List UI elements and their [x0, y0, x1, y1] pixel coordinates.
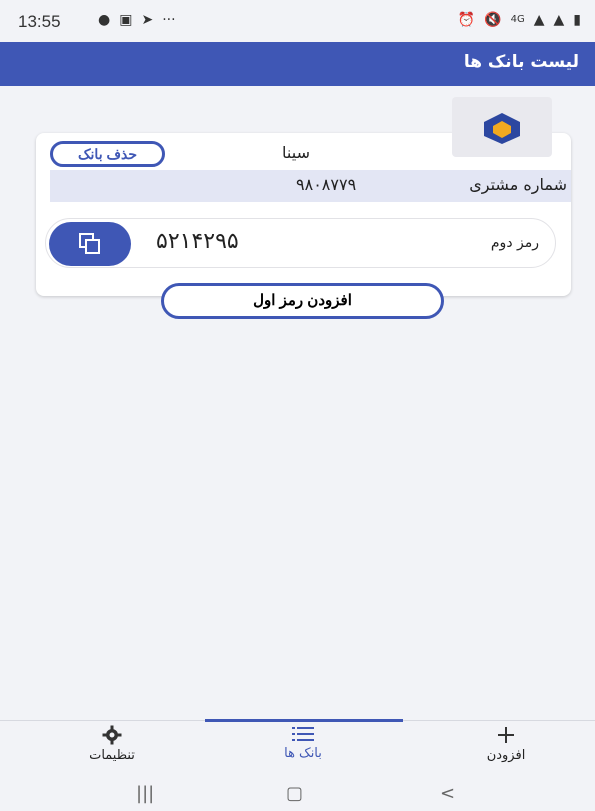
nav-add-label: افزودن — [486, 748, 526, 763]
bottom-nav: تنظیمات بانک ها افزودن — [0, 719, 595, 776]
password-label: رمز دوم — [490, 235, 539, 251]
nav-add[interactable]: افزودن — [446, 725, 566, 763]
recent-apps-icon[interactable]: ||| — [136, 783, 154, 804]
telegram-icon: ➤ — [141, 12, 154, 28]
password-value: ۵۲۱۴۲۹۵ — [156, 229, 239, 254]
battery-icon: ▮ — [573, 12, 581, 28]
status-left-icons: ● ▣ ➤ ··· — [98, 11, 176, 29]
nav-banks-label: بانک ها — [284, 746, 322, 761]
bank-logo-icon — [484, 113, 520, 144]
status-time: 13:55 — [18, 12, 61, 31]
bank-logo — [452, 97, 552, 157]
notification-badge-icon: ● — [98, 12, 111, 28]
system-nav-bar: ||| ▢ < — [0, 776, 595, 811]
nav-settings[interactable]: تنظیمات — [52, 725, 172, 763]
page-title: لیست بانک ها — [463, 52, 579, 72]
mute-icon: 🔇 — [484, 12, 502, 28]
customer-number-row: ۹۸۰۸۷۷۹ شماره مشتری — [50, 170, 571, 202]
delete-bank-button[interactable]: حذف بانک — [50, 141, 165, 167]
password-row: ۵۲۱۴۲۹۵ رمز دوم — [45, 218, 556, 268]
customer-number-label: شماره مشتری — [469, 175, 567, 194]
app-bar: لیست بانک ها — [0, 42, 595, 86]
list-icon — [292, 727, 314, 741]
home-icon[interactable]: ▢ — [286, 783, 303, 804]
signal-icon: ▲ — [553, 12, 565, 28]
alarm-icon: ⏰ — [457, 12, 476, 28]
nav-banks[interactable]: بانک ها — [243, 725, 363, 761]
bank-name: سینا — [282, 143, 310, 162]
status-right-icons: ⏰ 🔇 4G ▲ ▲ ▮ — [458, 11, 581, 29]
gallery-icon: ▣ — [119, 12, 133, 28]
bank-card: حذف بانک سینا ۹۸۰۸۷۷۹ شماره مشتری ۵۲۱۴۲۹… — [36, 133, 571, 296]
back-icon[interactable]: < — [440, 783, 455, 804]
plus-icon — [498, 727, 514, 743]
gear-icon — [102, 725, 122, 745]
network-4g-icon: 4G — [510, 14, 525, 25]
nav-active-indicator — [205, 719, 403, 722]
status-bar: 13:55 ● ▣ ➤ ··· ⏰ 🔇 4G ▲ ▲ ▮ — [0, 0, 595, 42]
nav-settings-label: تنظیمات — [89, 748, 135, 763]
add-first-password-button[interactable]: افزودن رمز اول — [161, 283, 444, 319]
customer-number: ۹۸۰۸۷۷۹ — [296, 175, 357, 194]
copy-button[interactable] — [49, 222, 131, 266]
more-dots-icon: ··· — [162, 12, 176, 28]
copy-icon — [79, 233, 100, 254]
signal-volte-icon: ▲ — [533, 12, 545, 28]
